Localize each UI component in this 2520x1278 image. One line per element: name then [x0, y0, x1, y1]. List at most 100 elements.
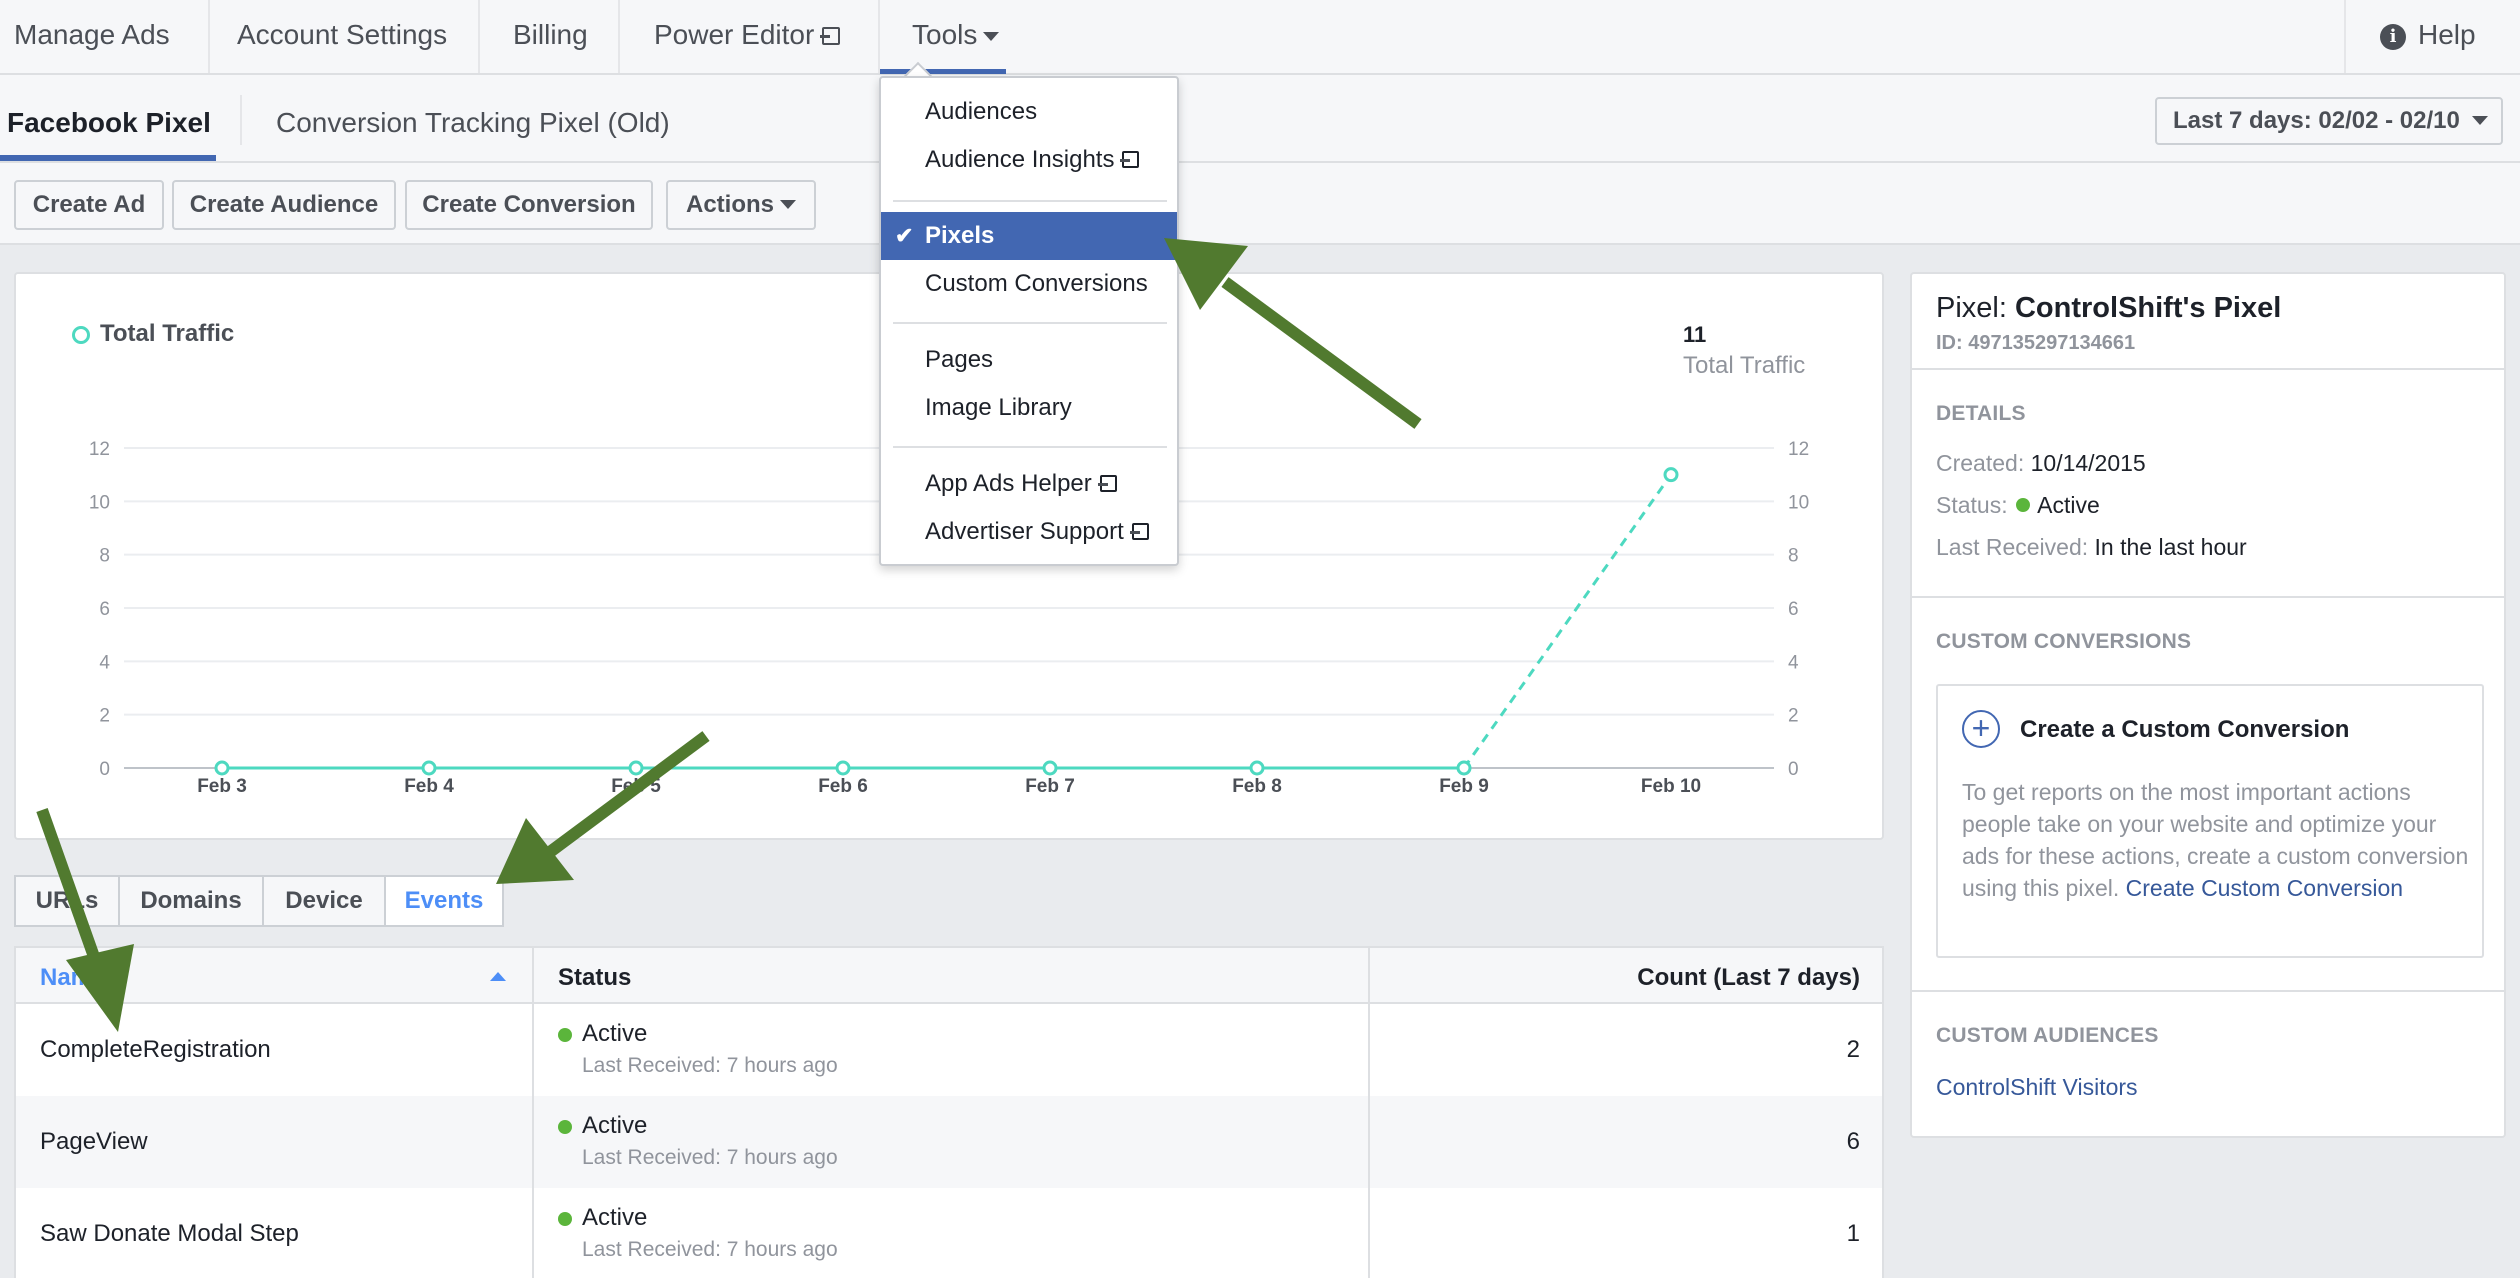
- data-point: [628, 760, 644, 776]
- tab-urls[interactable]: URLs: [14, 875, 120, 927]
- create-custom-conversion-link[interactable]: Create Custom Conversion: [2126, 875, 2403, 901]
- nav-tools-label: Tools: [912, 19, 978, 50]
- chevron-down-icon: [780, 200, 796, 209]
- nav-power-editor[interactable]: Power Editor: [654, 0, 841, 73]
- chart-legend-label: Total Traffic: [100, 320, 235, 347]
- table-row[interactable]: Saw Donate Modal Step Active Last Receiv…: [16, 1188, 1882, 1278]
- y-tick-label-right: 6: [1788, 599, 1799, 620]
- nav-divider: [208, 0, 210, 73]
- x-tick-label: Feb 5: [611, 776, 661, 797]
- table-row[interactable]: CompleteRegistration Active Last Receive…: [16, 1004, 1882, 1096]
- create-ad-button[interactable]: Create Ad: [14, 180, 164, 230]
- menu-separator: [893, 200, 1167, 202]
- audience-link[interactable]: ControlShift Visitors: [1936, 1074, 2138, 1101]
- tab-facebook-pixel[interactable]: Facebook Pixel: [7, 75, 211, 161]
- create-audience-button[interactable]: Create Audience: [172, 180, 396, 230]
- status-value: Active: [2037, 492, 2100, 518]
- status-dot-icon: [2016, 498, 2030, 512]
- menu-item-image-library[interactable]: Image Library: [881, 384, 1177, 432]
- menu-item-advertiser-support[interactable]: Advertiser Support: [881, 508, 1177, 556]
- tab-divider: [240, 95, 242, 145]
- table-row[interactable]: PageView Active Last Received: 7 hours a…: [16, 1096, 1882, 1188]
- y-tick-label-right: 4: [1788, 652, 1799, 673]
- menu-item-audiences[interactable]: Audiences: [881, 88, 1177, 136]
- data-point: [835, 760, 851, 776]
- nav-power-editor-label: Power Editor: [654, 19, 815, 50]
- y-tick-label-left: 0: [99, 759, 110, 780]
- tab-events[interactable]: Events: [384, 875, 504, 927]
- external-link-icon: [820, 27, 841, 45]
- date-range-selector[interactable]: Last 7 days: 02/02 - 02/10: [2155, 97, 2503, 145]
- tools-dropdown-menu: Audiences Audience Insights ✔ Pixels Cus…: [879, 76, 1179, 566]
- last-received-label: Last Received:: [1936, 534, 2089, 560]
- pixel-title-prefix: Pixel:: [1936, 292, 2007, 324]
- actions-dropdown-button[interactable]: Actions: [666, 180, 816, 230]
- last-received-value: In the last hour: [2094, 534, 2247, 560]
- x-tick-label: Feb 8: [1232, 776, 1282, 797]
- nav-divider: [478, 0, 480, 73]
- create-conversion-button[interactable]: Create Conversion: [405, 180, 653, 230]
- column-header-count[interactable]: Count (Last 7 days): [1637, 964, 1860, 992]
- sort-ascending-icon[interactable]: [490, 972, 506, 981]
- nav-divider: [618, 0, 620, 73]
- nav-tools[interactable]: Tools: [912, 0, 1000, 73]
- create-custom-conversion-box: + Create a Custom Conversion To get repo…: [1936, 684, 2484, 958]
- info-icon: i: [2380, 24, 2406, 50]
- y-tick-label-right: 10: [1788, 492, 1809, 513]
- tab-active-underline: [0, 155, 216, 161]
- nav-account-settings[interactable]: Account Settings: [237, 0, 447, 73]
- custom-conversions-heading: CUSTOM CONVERSIONS: [1936, 630, 2192, 653]
- created-label: Created:: [1936, 450, 2025, 476]
- y-tick-label-right: 12: [1788, 439, 1809, 460]
- event-status: Active: [582, 1112, 648, 1139]
- plus-icon[interactable]: +: [1962, 710, 2000, 748]
- menu-item-audience-insights[interactable]: Audience Insights: [881, 136, 1177, 184]
- menu-item-pages[interactable]: Pages: [881, 336, 1177, 384]
- pixel-id: ID: 497135297134661: [1936, 332, 2136, 354]
- column-header-name[interactable]: Name: [40, 964, 105, 992]
- data-point: [1456, 760, 1472, 776]
- status-dot-icon: [558, 1120, 572, 1134]
- menu-separator: [893, 322, 1167, 324]
- x-tick-label: Feb 7: [1025, 776, 1075, 797]
- tab-conversion-tracking-pixel[interactable]: Conversion Tracking Pixel (Old): [276, 75, 670, 161]
- help-link[interactable]: i Help: [2380, 0, 2476, 73]
- y-tick-label-left: 6: [99, 599, 110, 620]
- checkmark-icon: ✔: [895, 223, 914, 248]
- menu-item-pixels[interactable]: ✔ Pixels: [881, 212, 1177, 260]
- event-status: Active: [582, 1020, 648, 1047]
- section-divider: [1912, 990, 2504, 992]
- column-divider: [1368, 948, 1370, 1278]
- y-tick-label-left: 8: [99, 546, 110, 567]
- nav-tools-active-indicator: [880, 69, 1006, 74]
- tab-device[interactable]: Device: [262, 875, 386, 927]
- x-tick-label: Feb 6: [818, 776, 868, 797]
- top-navigation: Manage Ads Account Settings Billing Powe…: [0, 0, 2520, 75]
- y-tick-label-left: 2: [99, 706, 110, 727]
- nav-manage-ads[interactable]: Manage Ads: [14, 0, 170, 73]
- column-divider: [532, 948, 534, 1278]
- x-tick-label: Feb 3: [197, 776, 247, 797]
- menu-separator: [893, 446, 1167, 448]
- menu-item-app-ads-helper[interactable]: App Ads Helper: [881, 460, 1177, 508]
- y-tick-label-right: 2: [1788, 706, 1799, 727]
- external-link-icon: [1129, 523, 1149, 540]
- chevron-down-icon: [2471, 116, 2488, 125]
- events-table: Name Status Count (Last 7 days) Complete…: [14, 946, 1884, 1278]
- column-header-status[interactable]: Status: [558, 964, 631, 992]
- created-row: Created: 10/14/2015: [1936, 450, 2146, 477]
- x-tick-label: Feb 9: [1439, 776, 1489, 797]
- status-dot-icon: [558, 1028, 572, 1042]
- create-custom-conversion-title[interactable]: Create a Custom Conversion: [2020, 716, 2349, 744]
- nav-billing[interactable]: Billing: [513, 0, 588, 73]
- total-traffic-value: 11: [1683, 322, 1707, 347]
- pixel-title: Pixel: ControlShift's Pixel: [1936, 292, 2281, 325]
- details-heading: DETAILS: [1936, 402, 2026, 425]
- event-count: 1: [1846, 1220, 1860, 1247]
- created-value: 10/14/2015: [2030, 450, 2146, 476]
- event-name: CompleteRegistration: [40, 1036, 271, 1063]
- menu-item-custom-conversions[interactable]: Custom Conversions: [881, 260, 1177, 308]
- menu-item-label: Pixels: [925, 222, 995, 249]
- status-row: Status: Active: [1936, 492, 2100, 519]
- tab-domains[interactable]: Domains: [118, 875, 264, 927]
